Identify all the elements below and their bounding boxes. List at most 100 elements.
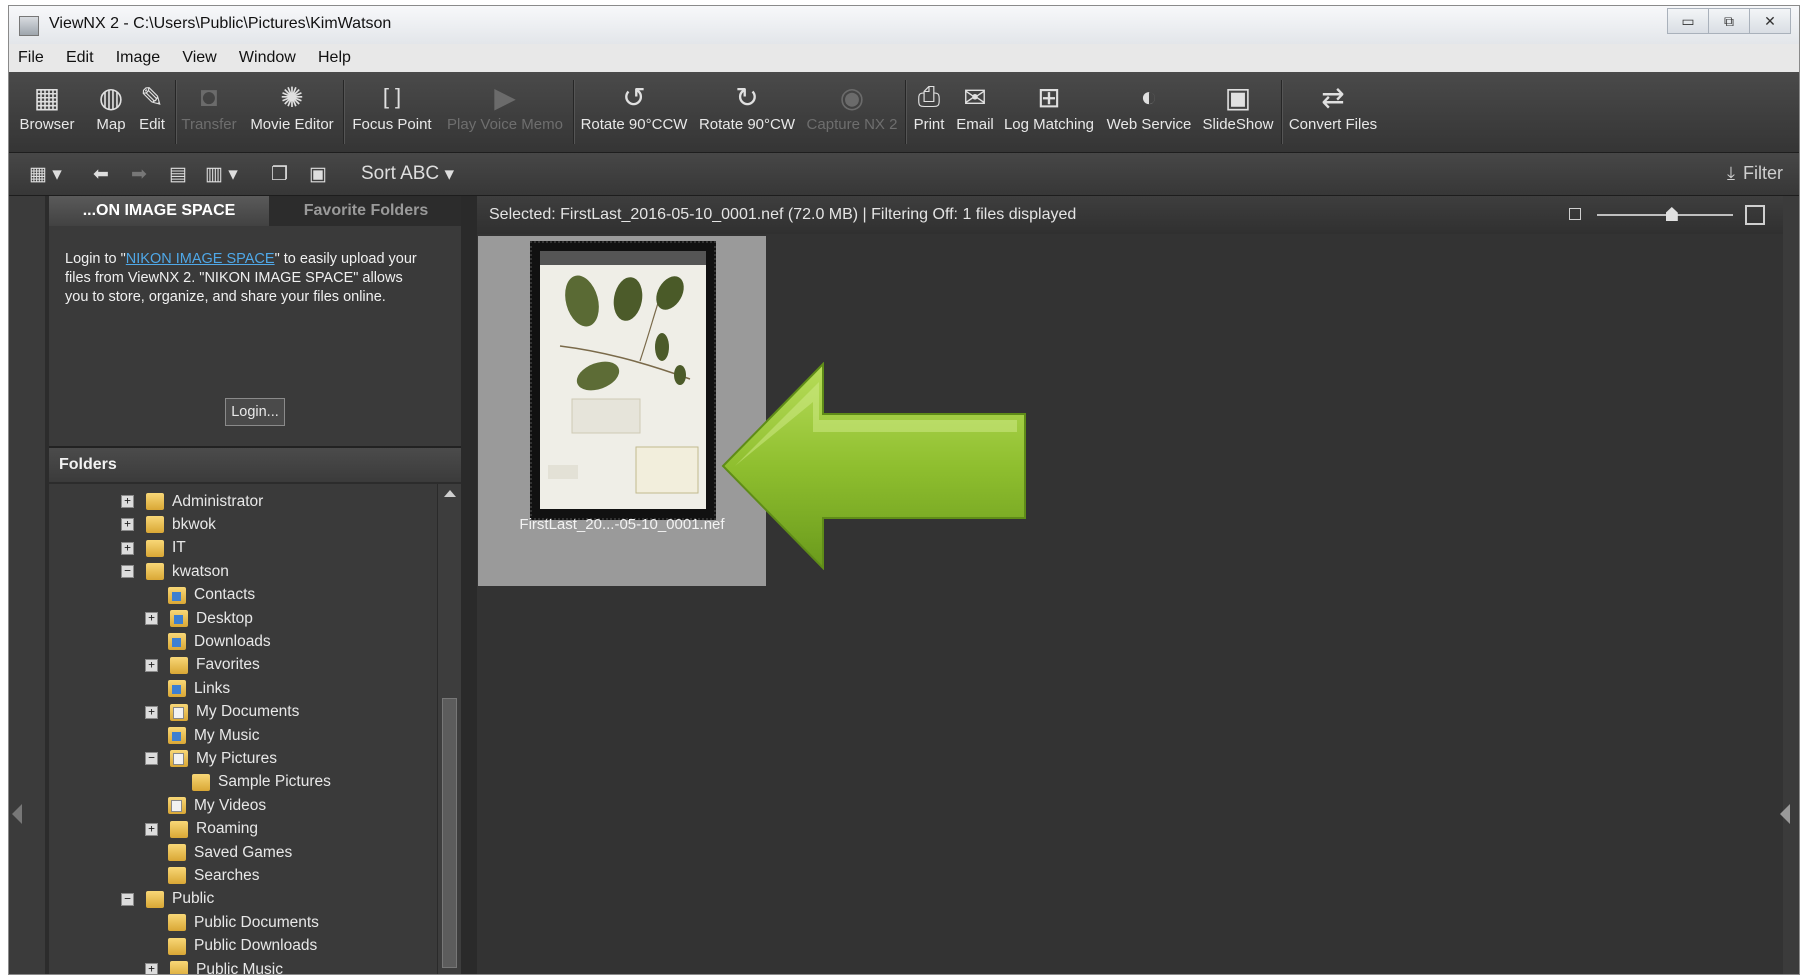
tree-item[interactable]: Searches — [145, 864, 259, 887]
menu-view[interactable]: View — [173, 44, 225, 67]
map-button[interactable]: ◍ Map — [93, 78, 129, 148]
tree-item[interactable]: + bkwok — [121, 513, 216, 536]
large-thumbnail-icon[interactable] — [1745, 205, 1765, 225]
tree-item[interactable]: Contacts — [145, 584, 255, 607]
collapse-icon[interactable]: − — [121, 565, 134, 579]
folder-icon — [168, 797, 186, 815]
small-thumbnail-icon[interactable] — [1569, 208, 1581, 220]
back-arrow-icon[interactable]: ⬅ — [93, 161, 109, 187]
selection-status-bar: Selected: FirstLast_2016-05-10_0001.nef … — [477, 196, 1783, 234]
expand-icon[interactable]: + — [145, 963, 158, 974]
forward-arrow-icon[interactable]: ➡ — [131, 161, 147, 187]
view-mode-icon[interactable]: ▦ ▾ — [29, 161, 62, 187]
tree-item[interactable]: Links — [145, 677, 230, 700]
tree-item[interactable]: − kwatson — [121, 560, 229, 583]
scroll-up-icon[interactable] — [444, 490, 456, 497]
tree-item-label: Public Music — [196, 960, 283, 975]
movie-editor-button[interactable]: ✺ Movie Editor — [247, 78, 337, 148]
print-button[interactable]: ⎙ Print — [911, 78, 947, 148]
menu-image[interactable]: Image — [107, 44, 169, 67]
filter-download-icon: ⤓ — [1727, 163, 1735, 183]
right-collapse-strip[interactable] — [1783, 196, 1799, 974]
window-title: ViewNX 2 - C:\Users\Public\Pictures\KimW… — [49, 15, 392, 32]
login-button[interactable]: Login... — [225, 398, 285, 426]
expand-icon[interactable]: + — [145, 612, 158, 625]
expand-icon[interactable]: + — [145, 822, 158, 836]
tree-item[interactable]: + Roaming — [145, 818, 258, 841]
expand-icon[interactable]: + — [145, 658, 158, 672]
sort-button[interactable]: Sort ABC ▾ — [361, 161, 454, 187]
folder-tree: + Administrator + bkwok + IT − kwatson Contacts +… — [49, 484, 437, 974]
tree-item[interactable]: + IT — [121, 537, 186, 560]
tree-item[interactable]: − Public — [121, 888, 214, 911]
expand-icon[interactable]: + — [145, 705, 158, 719]
tree-item[interactable]: My Music — [145, 724, 259, 747]
thumbnail-size-slider[interactable] — [1569, 205, 1769, 225]
close-button[interactable]: ✕ — [1749, 8, 1791, 34]
web-service-button[interactable]: ◐ Web Service — [1103, 78, 1195, 148]
slider-track[interactable] — [1597, 214, 1733, 216]
tree-item[interactable]: + My Documents — [145, 701, 299, 724]
collapse-left-arrow-icon[interactable] — [12, 804, 22, 824]
tab-nikon-image-space[interactable]: ...ON IMAGE SPACE — [49, 196, 269, 226]
menu-file[interactable]: File — [9, 44, 53, 67]
tree-item-label: Public Downloads — [194, 937, 318, 955]
tree-item-label: Favorites — [196, 656, 260, 674]
expand-icon[interactable]: + — [121, 518, 134, 532]
maximize-button[interactable]: ⧉ — [1708, 8, 1750, 34]
email-button[interactable]: ✉ Email — [953, 78, 997, 148]
browser-button[interactable]: ▦ Browser — [19, 78, 75, 148]
thumbnail-image[interactable] — [530, 241, 716, 520]
convert-files-button[interactable]: ⇄ Convert Files — [1287, 78, 1379, 148]
folder-history-icon[interactable]: ▥ ▾ — [205, 161, 238, 187]
tab-favorite-folders[interactable]: Favorite Folders — [271, 196, 461, 226]
folder-up-icon[interactable]: ▤ — [169, 161, 187, 187]
tree-item[interactable]: + Favorites — [145, 654, 260, 677]
tree-item[interactable]: Sample Pictures — [169, 771, 331, 794]
tree-item[interactable]: Downloads — [145, 630, 271, 653]
tree-item[interactable]: + Public Music — [145, 958, 283, 974]
menu-edit[interactable]: Edit — [57, 44, 103, 67]
slider-thumb[interactable] — [1665, 207, 1678, 221]
collapse-icon[interactable]: − — [121, 892, 134, 906]
tree-item[interactable]: − My Pictures — [145, 747, 277, 770]
menu-window[interactable]: Window — [230, 44, 305, 67]
nikon-image-space-link[interactable]: NIKON IMAGE SPACE — [126, 251, 275, 267]
expand-icon[interactable]: + — [121, 541, 134, 555]
new-window-icon[interactable]: ❐ — [271, 161, 288, 187]
tree-item[interactable]: Public Downloads — [145, 935, 317, 958]
tree-item[interactable]: + Administrator — [121, 490, 263, 513]
folder-icon — [146, 493, 164, 510]
slideshow-button[interactable]: ▣ SlideShow — [1199, 78, 1277, 148]
rotate-ccw-button[interactable]: ↺ Rotate 90°CCW — [579, 78, 689, 148]
scroll-thumb[interactable] — [442, 698, 457, 968]
minimize-button[interactable]: ▭ — [1667, 8, 1709, 34]
capture-nx-button[interactable]: ◉ Capture NX 2 — [803, 78, 901, 148]
folder-icon — [168, 633, 186, 651]
camera-folder-icon[interactable]: ▣ — [309, 161, 327, 187]
menu-help[interactable]: Help — [309, 44, 360, 67]
edit-button[interactable]: ✎ Edit — [135, 78, 169, 148]
folder-tree-scrollbar[interactable] — [437, 484, 462, 974]
tree-item[interactable]: Saved Games — [145, 841, 292, 864]
tree-item[interactable]: + Desktop — [145, 607, 253, 630]
expand-icon[interactable]: + — [121, 495, 134, 508]
transfer-button[interactable]: ◘ Transfer — [181, 78, 237, 148]
log-matching-button[interactable]: ⊞ Log Matching — [1001, 78, 1097, 148]
globe-icon: ◍ — [98, 81, 124, 113]
tree-item-label: Roaming — [196, 820, 259, 838]
left-collapse-strip[interactable] — [9, 196, 45, 974]
panel-splitter[interactable] — [461, 196, 477, 974]
play-voice-memo-button[interactable]: ▶ Play Voice Memo — [441, 78, 569, 148]
collapse-icon[interactable]: − — [145, 752, 158, 766]
herbarium-specimen-image — [540, 251, 706, 509]
tree-item[interactable]: My Videos — [145, 794, 266, 817]
folder-icon — [168, 937, 186, 955]
filter-button[interactable]: ⤓ Filter — [1727, 163, 1783, 184]
tree-item[interactable]: Public Documents — [145, 911, 319, 934]
focus-point-button[interactable]: [ ] Focus Point — [349, 78, 435, 148]
rotate-cw-button[interactable]: ↻ Rotate 90°CW — [695, 78, 799, 148]
collapse-right-arrow-icon[interactable] — [1780, 804, 1790, 824]
